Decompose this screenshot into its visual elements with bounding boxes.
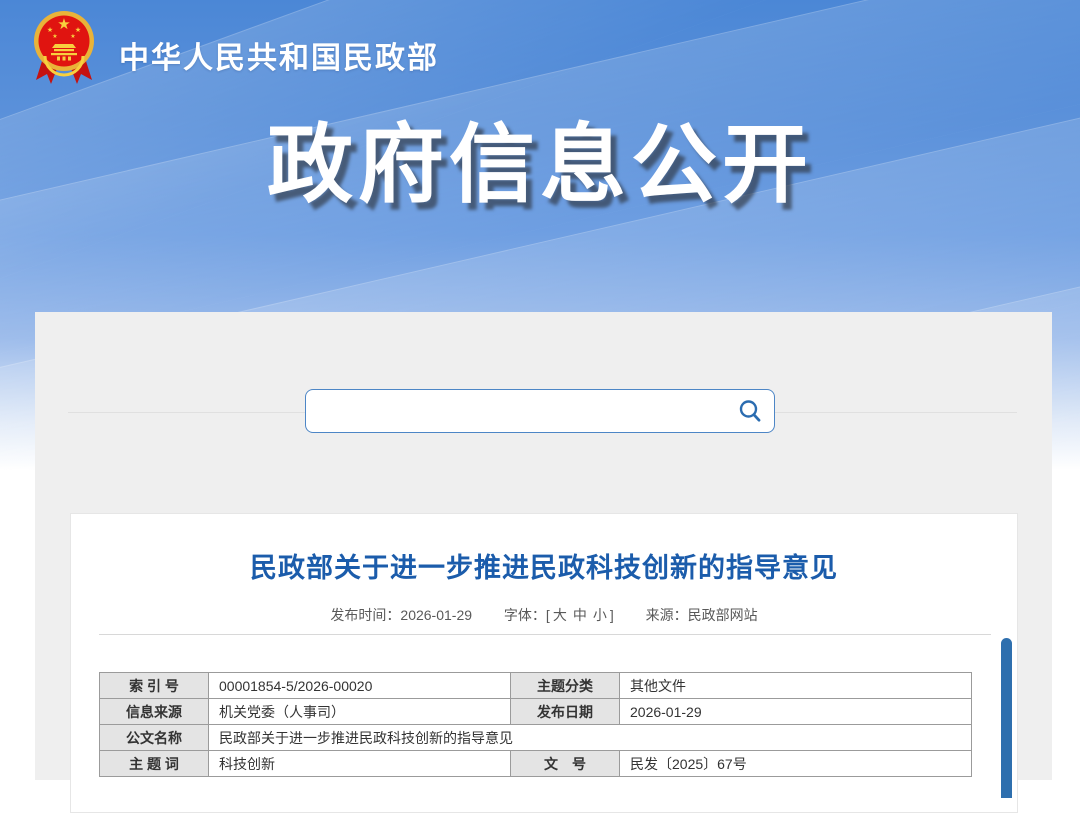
font-size-label: 字体： — [504, 607, 546, 623]
search-icon — [737, 398, 763, 424]
publish-time-value: 2026-01-29 — [400, 607, 472, 623]
bracket-close: ] — [610, 607, 614, 623]
content-panel: 民政部关于进一步推进民政科技创新的指导意见 发布时间：2026-01-29 字体… — [35, 312, 1052, 780]
table-row: 公文名称 民政部关于进一步推进民政科技创新的指导意见 — [100, 725, 972, 751]
keywords-value: 科技创新 — [209, 751, 511, 777]
index-number-value: 00001854-5/2026-00020 — [209, 673, 511, 699]
svg-text:★: ★ — [70, 33, 75, 40]
source-label: 来源： — [646, 607, 688, 623]
font-size-control: 字体：[大中小] — [504, 607, 614, 623]
search-input[interactable] — [306, 390, 726, 432]
doc-number-label: 文 号 — [511, 751, 620, 777]
publish-time: 发布时间：2026-01-29 — [330, 607, 472, 623]
topic-category-value: 其他文件 — [620, 673, 972, 699]
doc-number-value: 民发〔2025〕67号 — [620, 751, 972, 777]
article-title: 民政部关于进一步推进民政科技创新的指导意见 — [111, 546, 977, 585]
keywords-label: 主 题 词 — [100, 751, 209, 777]
font-size-small[interactable]: 小 — [593, 607, 607, 623]
card-divider-line — [99, 634, 991, 635]
svg-text:★: ★ — [75, 26, 81, 34]
publish-date-label: 发布日期 — [511, 699, 620, 725]
table-row: 主 题 词 科技创新 文 号 民发〔2025〕67号 — [100, 751, 972, 777]
article-card: 民政部关于进一步推进民政科技创新的指导意见 发布时间：2026-01-29 字体… — [70, 513, 1018, 813]
font-size-large[interactable]: 大 — [553, 607, 567, 623]
article-source: 来源：民政部网站 — [646, 607, 758, 623]
font-size-medium[interactable]: 中 — [573, 607, 587, 623]
search-bar — [305, 389, 775, 433]
index-number-label: 索 引 号 — [100, 673, 209, 699]
document-info-table: 索 引 号 00001854-5/2026-00020 主题分类 其他文件 信息… — [99, 672, 972, 777]
bracket-open: [ — [546, 607, 550, 623]
site-name: 中华人民共和国民政部 — [119, 33, 439, 77]
svg-text:★: ★ — [52, 33, 57, 40]
topic-category-label: 主题分类 — [511, 673, 620, 699]
table-row: 索 引 号 00001854-5/2026-00020 主题分类 其他文件 — [100, 673, 972, 699]
info-source-value: 机关党委（人事司） — [209, 699, 511, 725]
svg-text:★: ★ — [57, 15, 70, 33]
search-button[interactable] — [726, 390, 774, 432]
page-title: 政府信息公开 — [0, 94, 1080, 219]
publish-time-label: 发布时间： — [330, 607, 400, 623]
article-scrollbar[interactable] — [1001, 638, 1012, 798]
national-emblem-icon: ★ ★ ★ ★ ★ — [33, 8, 95, 88]
publish-date-value: 2026-01-29 — [620, 699, 972, 725]
info-source-label: 信息来源 — [100, 699, 209, 725]
source-value: 民政部网站 — [688, 607, 758, 623]
document-name-label: 公文名称 — [100, 725, 209, 751]
table-row: 信息来源 机关党委（人事司） 发布日期 2026-01-29 — [100, 699, 972, 725]
article-meta: 发布时间：2026-01-29 字体：[大中小] 来源：民政部网站 — [71, 605, 1017, 625]
site-brand: ★ ★ ★ ★ ★ 中华人民共和国民政部 — [33, 8, 439, 88]
document-name-value: 民政部关于进一步推进民政科技创新的指导意见 — [209, 725, 972, 751]
